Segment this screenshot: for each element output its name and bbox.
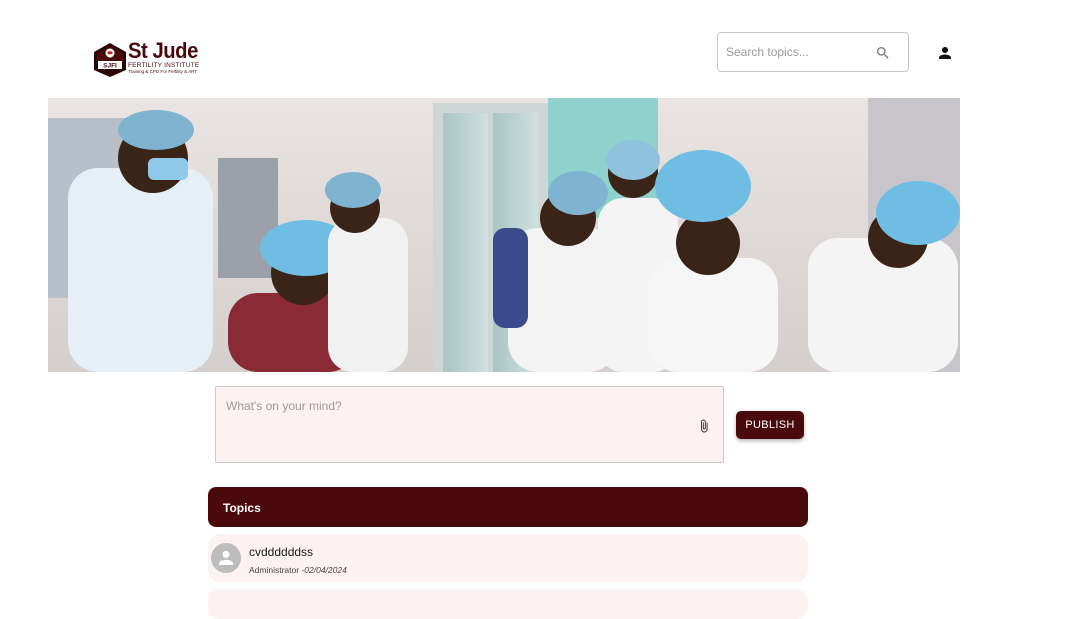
paperclip-icon[interactable]	[697, 417, 711, 435]
logo-text[interactable]: St Jude FERTILITY INSTITUTE Training & C…	[128, 40, 204, 75]
topic-title[interactable]: cvddddddss	[249, 545, 313, 559]
post-composer[interactable]	[215, 386, 724, 463]
search-box[interactable]	[717, 32, 909, 72]
post-input[interactable]	[226, 399, 686, 454]
search-icon[interactable]	[875, 45, 891, 61]
logo-subtitle: FERTILITY INSTITUTE	[128, 62, 200, 69]
topics-title: Topics	[223, 501, 261, 515]
publish-button[interactable]: PUBLISH	[736, 411, 804, 439]
topic-author: Administrator	[249, 565, 300, 575]
logo-name: St Jude	[128, 38, 198, 63]
topics-header: Topics	[208, 487, 808, 527]
person-icon	[219, 551, 233, 565]
logo-tagline: Training & CPD For Fertility & ART	[128, 69, 198, 74]
avatar	[211, 543, 241, 573]
topic-meta: Administrator -02/04/2024	[249, 565, 347, 575]
person-icon[interactable]	[936, 44, 954, 62]
logo-badge-text: SJFI	[103, 63, 117, 70]
topic-item[interactable]: cvddddddss Administrator -02/04/2024	[208, 534, 808, 582]
hero-illustration	[48, 98, 960, 372]
hero-image	[48, 98, 960, 372]
topic-item[interactable]	[208, 589, 808, 619]
topic-date: -02/04/2024	[301, 565, 347, 575]
search-input[interactable]	[726, 33, 876, 71]
logo-emblem: SJFI	[94, 43, 126, 77]
